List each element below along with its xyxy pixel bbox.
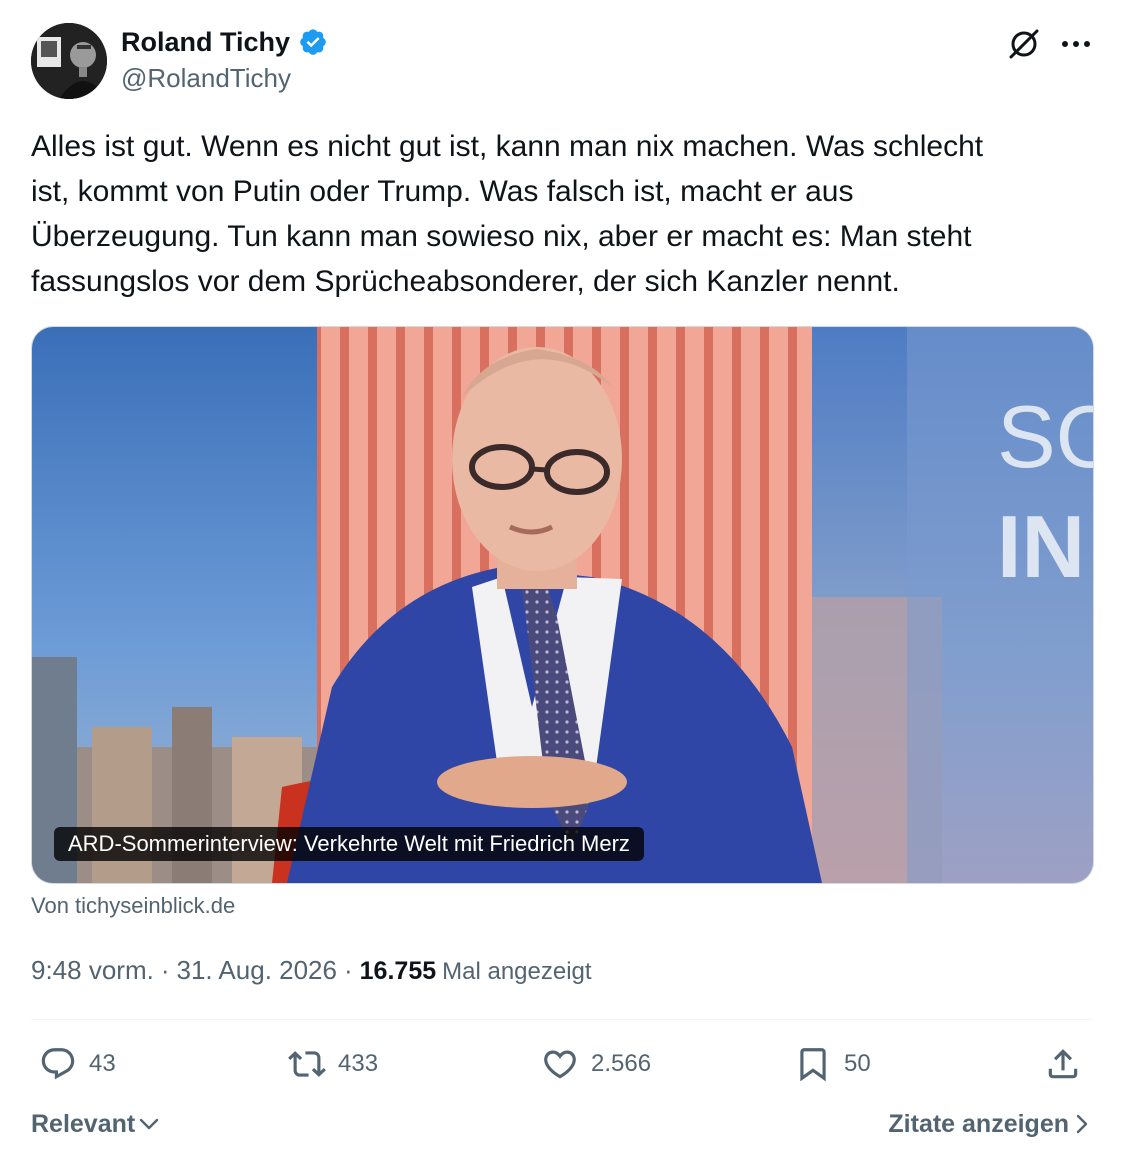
tweet-text-line: Alles ist gut. Wenn es nicht gut ist, ka… xyxy=(31,130,984,163)
studio-logo-bottom: IN xyxy=(997,497,1085,596)
studio-logo-top: SO xyxy=(997,387,1093,486)
grok-icon xyxy=(1009,29,1039,59)
author-avatar[interactable] xyxy=(31,23,107,99)
card-caption: ARD-Sommerinterview: Verkehrte Welt mit … xyxy=(54,827,644,861)
reply-count: 43 xyxy=(89,1050,116,1077)
meta-separator: · xyxy=(160,955,170,985)
like-count: 2.566 xyxy=(591,1050,652,1077)
retweet-count: 433 xyxy=(338,1050,379,1077)
tweet-text: Alles ist gut. Wenn es nicht gut ist, ka… xyxy=(31,124,1091,304)
sort-dropdown[interactable]: Relevant xyxy=(31,1106,159,1142)
like-button[interactable]: 2.566 xyxy=(541,1042,651,1086)
view-count: 16.755 xyxy=(359,957,437,985)
link-card[interactable]: SO IN ARD-Sommerinterview: Verkehrte Wel… xyxy=(31,326,1094,884)
reply-icon xyxy=(41,1048,75,1080)
retweet-button[interactable]: 433 xyxy=(288,1042,378,1086)
card-source-link[interactable]: Von tichyseinblick.de xyxy=(31,890,235,922)
verified-badge-icon xyxy=(300,29,326,55)
chevron-right-icon xyxy=(1076,1114,1088,1134)
tweet-text-line: fassungslos vor dem Sprücheabsonderer, d… xyxy=(31,265,900,298)
bookmark-button[interactable]: 50 xyxy=(794,1042,871,1086)
view-count-label: Mal angezeigt xyxy=(442,958,592,985)
view-quotes-link[interactable]: Zitate anzeigen xyxy=(888,1106,1089,1142)
reply-button[interactable]: 43 xyxy=(39,1042,116,1086)
view-quotes-label: Zitate anzeigen xyxy=(888,1110,1069,1138)
card-photo: SO IN xyxy=(32,327,1093,883)
retweet-icon xyxy=(288,1051,326,1077)
tweet-text-line: ist, kommt von Putin oder Trump. Was fal… xyxy=(31,175,854,208)
avatar-image xyxy=(31,23,107,99)
share-icon xyxy=(1048,1049,1078,1079)
author-handle[interactable]: @RolandTichy xyxy=(121,62,291,94)
author-name[interactable]: Roland Tichy xyxy=(121,26,328,58)
meta-separator: · xyxy=(343,955,353,985)
tweet-date[interactable]: 31. Aug. 2026 xyxy=(177,952,337,988)
like-icon xyxy=(544,1050,576,1079)
chevron-down-icon xyxy=(140,1118,159,1130)
grok-button[interactable] xyxy=(1004,24,1044,64)
tweet-meta: 9:48 vorm. · 31. Aug. 2026 · 16.755 Mal … xyxy=(31,952,592,990)
tweet: Roland Tichy @RolandTichy Alles ist gut.… xyxy=(0,0,1123,1162)
author-name-text[interactable]: Roland Tichy xyxy=(121,26,290,58)
tweet-time[interactable]: 9:48 vorm. xyxy=(31,952,154,988)
bookmark-icon xyxy=(800,1048,826,1082)
sort-label: Relevant xyxy=(31,1110,136,1138)
share-button[interactable] xyxy=(1044,1042,1082,1086)
divider xyxy=(31,1019,1092,1020)
tweet-text-line: Überzeugung. Tun kann man sowieso nix, a… xyxy=(31,220,972,253)
more-button[interactable] xyxy=(1056,24,1096,64)
more-icon xyxy=(1062,41,1090,47)
bookmark-count: 50 xyxy=(844,1050,871,1077)
